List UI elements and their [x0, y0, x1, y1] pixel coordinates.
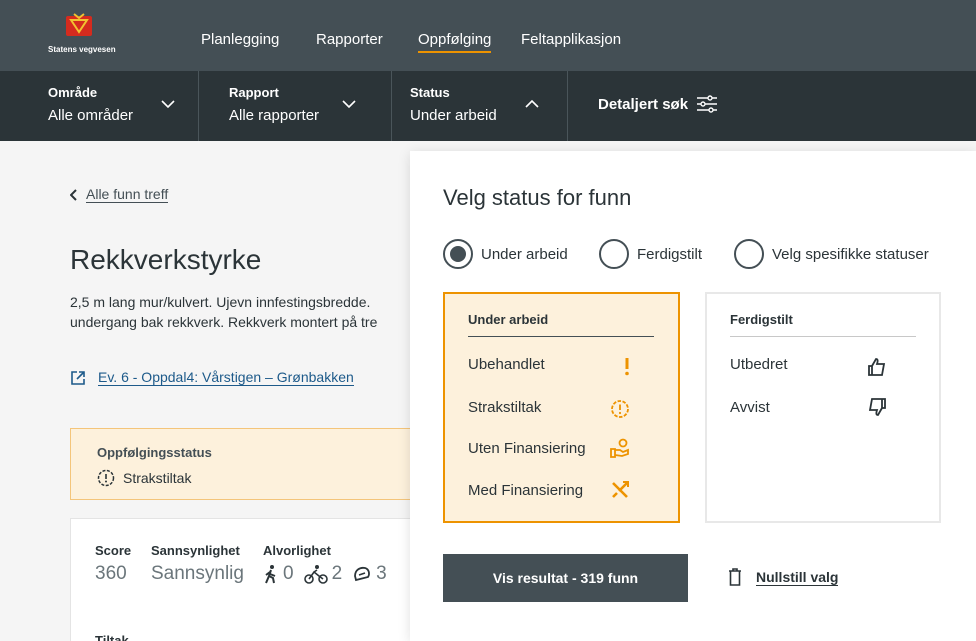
moped-count: 3	[376, 563, 387, 584]
radio-ferdigstilt[interactable]: Ferdigstilt	[599, 239, 702, 269]
nav-feltapplikasjon[interactable]: Feltapplikasjon	[521, 31, 621, 48]
road-link[interactable]: Ev. 6 - Oppdal4: Vårstigen – Grønbakken	[70, 369, 354, 386]
panel-title: Velg status for funn	[443, 185, 632, 210]
brand-name: Statens vegvesen	[48, 45, 116, 54]
detailed-search-label: Detaljert søk	[598, 95, 689, 113]
status-med-finansiering[interactable]: Med Finansiering	[468, 482, 583, 499]
score-card: Score Sannsynlighet Alvorlighet 360 Sann…	[70, 518, 430, 641]
divider	[730, 336, 916, 337]
followup-status-box: Oppfølgingsstatus Strakstiltak	[70, 428, 430, 500]
severity-values: 0 2 3	[263, 563, 387, 585]
filter-rapport[interactable]: Rapport Alle rapporter	[229, 71, 369, 141]
followup-status-heading: Oppfølgingsstatus	[97, 445, 212, 460]
moped-icon	[354, 566, 371, 582]
radio-unchecked-icon	[599, 239, 629, 269]
filter-rapport-value: Alle rapporter	[229, 107, 320, 124]
radio-label: Under arbeid	[481, 245, 568, 263]
warning-circle-icon	[97, 469, 115, 487]
status-uten-finansiering[interactable]: Uten Finansiering	[468, 440, 586, 457]
score-heading: Score	[95, 543, 132, 558]
detailed-search-button[interactable]: Detaljert søk	[598, 95, 718, 113]
probability-value: Sannsynlig	[151, 563, 244, 584]
status-ubehandlet[interactable]: Ubehandlet	[468, 356, 545, 373]
reset-selection-label: Nullstill valg	[756, 568, 839, 586]
filter-status[interactable]: Status Under arbeid	[410, 71, 550, 141]
radio-under-arbeid[interactable]: Under arbeid	[443, 239, 568, 269]
page-title: Rekkverkstyrke	[70, 244, 262, 275]
road-link-label: Ev. 6 - Oppdal4: Vårstigen – Grønbakken	[98, 369, 354, 386]
status-utbedret[interactable]: Utbedret	[730, 356, 788, 373]
divider	[198, 71, 199, 141]
status-dropdown-panel: Velg status for funn Under arbeid Ferdig…	[410, 151, 976, 641]
tools-icon	[610, 480, 630, 500]
reset-selection-button[interactable]: Nullstill valg	[728, 568, 839, 586]
severity-heading: Alvorlighet	[263, 543, 331, 558]
back-link[interactable]: Alle funn treff	[70, 186, 169, 203]
score-value: 360	[95, 563, 127, 584]
nav-rapporter[interactable]: Rapporter	[316, 31, 383, 48]
status-strakstiltak[interactable]: Strakstiltak	[468, 399, 541, 416]
trash-icon	[729, 568, 741, 586]
top-navigation: Statens vegvesen Planlegging Rapporter O…	[0, 0, 976, 71]
followup-status-value: Strakstiltak	[97, 469, 191, 487]
status-avvist[interactable]: Avvist	[730, 399, 770, 416]
show-results-button[interactable]: Vis resultat - 319 funn	[443, 554, 688, 602]
back-link-label: Alle funn treff	[86, 186, 169, 203]
cyclist-icon	[303, 565, 328, 584]
external-link-icon	[71, 370, 85, 385]
followup-status-text: Strakstiltak	[123, 470, 192, 486]
brand-logo[interactable]: Statens vegvesen	[48, 10, 148, 62]
card-ferdigstilt[interactable]: Ferdigstilt Utbedret Avvist	[705, 292, 941, 523]
filter-status-label: Status	[410, 85, 450, 100]
card-under-arbeid[interactable]: Under arbeid Ubehandlet Strakstiltak Ute…	[443, 292, 680, 523]
nav-oppfolging[interactable]: Oppfølging	[418, 31, 492, 53]
radio-label: Velg spesifikke statuser	[772, 245, 929, 263]
pedestrian-count: 0	[283, 563, 294, 584]
divider	[567, 71, 568, 141]
filter-omrade-value: Alle områder	[48, 107, 134, 124]
sliders-icon	[697, 95, 718, 113]
chevron-down-icon	[161, 100, 175, 109]
divider	[391, 71, 392, 141]
filter-omrade[interactable]: Område Alle områder	[48, 71, 188, 141]
divider	[468, 336, 654, 337]
warning-circle-icon	[610, 399, 630, 419]
thumbs-down-icon	[867, 397, 887, 417]
hand-coin-icon	[610, 438, 630, 458]
chevron-left-icon	[70, 188, 77, 201]
chevron-up-icon	[525, 99, 539, 108]
radio-velg-spesifikke[interactable]: Velg spesifikke statuser	[734, 239, 929, 269]
card-heading: Under arbeid	[468, 312, 549, 327]
vegvesen-logo-icon	[66, 13, 92, 36]
cyclist-count: 2	[331, 563, 343, 584]
nav-planlegging[interactable]: Planlegging	[201, 31, 279, 48]
card-heading: Ferdigstilt	[730, 312, 793, 327]
filter-rapport-label: Rapport	[229, 85, 279, 100]
filter-status-value: Under arbeid	[410, 107, 497, 124]
probability-heading: Sannsynlighet	[151, 543, 240, 558]
filter-bar: Område Alle områder Rapport Alle rapport…	[0, 71, 976, 141]
radio-checked-icon	[443, 239, 473, 269]
radio-label: Ferdigstilt	[637, 245, 703, 263]
tiltak-heading: Tiltak	[95, 633, 129, 641]
thumbs-up-icon	[867, 357, 887, 377]
exclamation-icon	[617, 357, 637, 377]
chevron-down-icon	[342, 100, 356, 109]
filter-omrade-label: Område	[48, 85, 98, 100]
pedestrian-icon	[265, 565, 276, 584]
radio-unchecked-icon	[734, 239, 764, 269]
